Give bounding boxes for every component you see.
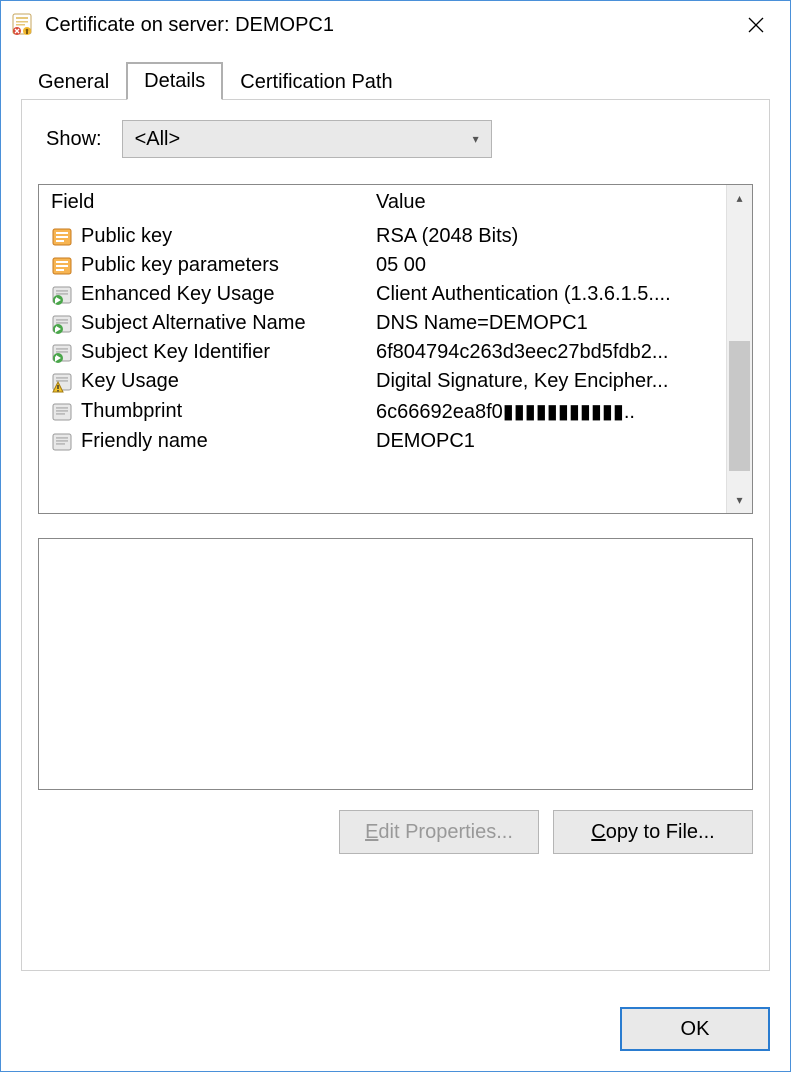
field-list: Field Value Public keyRSA (2048 Bits)Pub… <box>38 184 753 514</box>
row-field: Subject Key Identifier <box>81 341 376 364</box>
row-value: RSA (2048 Bits) <box>376 225 714 248</box>
row-field: Public key <box>81 225 376 248</box>
show-select-value: <All> <box>135 128 473 151</box>
row-field: Public key parameters <box>81 254 376 277</box>
scroll-up-icon[interactable]: ▴ <box>727 185 752 211</box>
scroll-thumb[interactable] <box>729 341 750 471</box>
title-bar: Certificate on server: DEMOPC1 <box>1 1 790 49</box>
row-field: Enhanced Key Usage <box>81 283 376 306</box>
scroll-down-icon[interactable]: ▾ <box>727 487 752 513</box>
chevron-down-icon: ▾ <box>473 132 479 146</box>
cert-ext-orange-icon <box>51 226 73 248</box>
close-icon <box>748 17 764 33</box>
list-item[interactable]: Subject Alternative NameDNS Name=DEMOPC1 <box>43 309 722 338</box>
row-field: Thumbprint <box>81 400 376 423</box>
cert-ext-green-icon <box>51 313 73 335</box>
list-item[interactable]: Key UsageDigital Signature, Key Encipher… <box>43 367 722 396</box>
show-label: Show: <box>46 128 102 151</box>
dialog-footer: OK <box>1 991 790 1071</box>
detail-text-box[interactable] <box>38 538 753 790</box>
cert-ext-plain-icon <box>51 401 73 423</box>
row-field: Friendly name <box>81 430 376 453</box>
copy-to-file-button[interactable]: Copy to File... <box>553 810 753 854</box>
close-button[interactable] <box>734 9 778 41</box>
list-item[interactable]: Public keyRSA (2048 Bits) <box>43 222 722 251</box>
row-field: Key Usage <box>81 370 376 393</box>
list-item[interactable]: Friendly nameDEMOPC1 <box>43 427 722 456</box>
cert-ext-plain-icon <box>51 431 73 453</box>
panel-buttons: Edit Properties... Copy to File... <box>38 810 753 854</box>
cert-ext-green-icon <box>51 284 73 306</box>
field-list-header: Field Value <box>39 185 726 222</box>
content-area: General Details Certification Path Show:… <box>1 49 790 991</box>
cert-ext-warn-icon <box>51 371 73 393</box>
certificate-icon <box>11 13 35 37</box>
tab-certification-path[interactable]: Certification Path <box>223 64 409 100</box>
show-filter-row: Show: <All> ▾ <box>38 120 753 158</box>
row-value: DEMOPC1 <box>376 430 714 453</box>
certificate-dialog: Certificate on server: DEMOPC1 General D… <box>0 0 791 1072</box>
window-title: Certificate on server: DEMOPC1 <box>45 14 734 37</box>
details-panel: Show: <All> ▾ Field Value Public keyRSA … <box>21 99 770 971</box>
ok-button[interactable]: OK <box>620 1007 770 1051</box>
scroll-track[interactable] <box>727 211 752 487</box>
row-value: 05 00 <box>376 254 714 277</box>
list-item[interactable]: Subject Key Identifier6f804794c263d3eec2… <box>43 338 722 367</box>
tab-strip: General Details Certification Path <box>21 59 770 99</box>
cert-ext-green-icon <box>51 342 73 364</box>
column-value[interactable]: Value <box>376 191 714 214</box>
tab-general[interactable]: General <box>21 64 126 100</box>
cert-ext-orange-icon <box>51 255 73 277</box>
row-value: Client Authentication (1.3.6.1.5.... <box>376 283 714 306</box>
show-select[interactable]: <All> ▾ <box>122 120 492 158</box>
tab-details[interactable]: Details <box>126 62 223 100</box>
list-item[interactable]: Public key parameters05 00 <box>43 251 722 280</box>
field-list-rows: Public keyRSA (2048 Bits)Public key para… <box>39 222 726 456</box>
list-item[interactable]: Thumbprint6c66692ea8f0▮▮▮▮▮▮▮▮▮▮▮.. <box>43 396 722 427</box>
row-field: Subject Alternative Name <box>81 312 376 335</box>
row-value: 6f804794c263d3eec27bd5fdb2... <box>376 341 714 364</box>
row-value: DNS Name=DEMOPC1 <box>376 312 714 335</box>
column-field[interactable]: Field <box>51 191 376 214</box>
list-item[interactable]: Enhanced Key UsageClient Authentication … <box>43 280 722 309</box>
row-value: 6c66692ea8f0▮▮▮▮▮▮▮▮▮▮▮.. <box>376 399 714 424</box>
scrollbar[interactable]: ▴ ▾ <box>726 185 752 513</box>
row-value: Digital Signature, Key Encipher... <box>376 370 714 393</box>
field-list-main: Field Value Public keyRSA (2048 Bits)Pub… <box>39 185 726 513</box>
edit-properties-button: Edit Properties... <box>339 810 539 854</box>
